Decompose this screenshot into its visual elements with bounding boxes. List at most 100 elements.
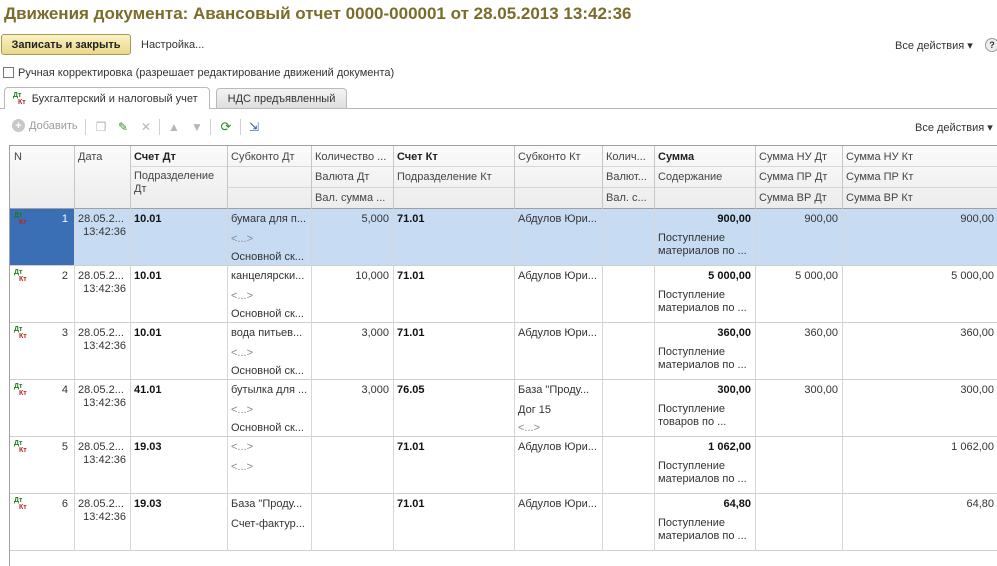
row-time: 13:42:36 <box>83 226 126 238</box>
row-sum: 360,00 <box>717 327 751 339</box>
row-subconto-dt-2: <...> <box>231 347 254 359</box>
help-icon[interactable]: ? <box>985 38 997 52</box>
header-divider <box>130 166 997 167</box>
edit-icon[interactable]: ✎ <box>115 119 131 135</box>
save-and-close-button[interactable]: Записать и закрыть <box>1 34 131 55</box>
row-subconto-dt-3: Основной ск... <box>231 422 304 434</box>
row-content: Поступление материалов по ... <box>658 232 747 257</box>
header-val-sum-kt[interactable]: Вал. с... <box>602 188 654 208</box>
row-quantity-dt: 10,000 <box>355 270 389 282</box>
dt-kt-icon: Дт Кт <box>14 212 27 226</box>
window-title: Движения документа: Авансовый отчет 0000… <box>4 4 632 23</box>
row-sum-nu-kt: 64,80 <box>966 498 994 510</box>
row-subconto-dt-3: Основной ск... <box>231 251 304 263</box>
table-row[interactable]: Дт Кт 4 28.05.2... 13:42:36 41.01 бутылка… <box>10 380 997 437</box>
header-currency-kt[interactable]: Валют... <box>602 167 654 187</box>
settings-link[interactable]: Настройка... <box>141 39 204 51</box>
row-account-dt: 10.01 <box>134 327 162 339</box>
header-date[interactable]: Дата <box>74 147 130 167</box>
table-row[interactable]: Дт Кт 6 28.05.2... 13:42:36 19.03 База "П… <box>10 494 997 551</box>
table-row[interactable]: Дт Кт 1 28.05.2... 13:42:36 10.01 бумага … <box>10 209 997 266</box>
add-button[interactable]: + Добавить <box>12 119 78 132</box>
move-up-icon[interactable]: ▲ <box>166 119 182 135</box>
table-row[interactable]: Дт Кт 2 28.05.2... 13:42:36 10.01 канцеля… <box>10 266 997 323</box>
row-account-dt: 10.01 <box>134 270 162 282</box>
row-time: 13:42:36 <box>83 340 126 352</box>
row-sum-nu-kt: 900,00 <box>960 213 994 225</box>
row-sum-nu-kt: 300,00 <box>960 384 994 396</box>
move-down-icon[interactable]: ▼ <box>189 119 205 135</box>
header-sum-pr-kt[interactable]: Сумма ПР Кт <box>842 167 997 187</box>
column-divider <box>311 209 312 551</box>
header-sum-vr-dt[interactable]: Сумма ВР Дт <box>755 188 842 208</box>
row-account-kt: 76.05 <box>397 384 425 396</box>
header-account-kt[interactable]: Счет Кт <box>393 147 514 167</box>
table-all-actions-menu[interactable]: Все действия ▾ <box>915 121 993 134</box>
postings-table[interactable]: N Дата Счет Дт Субконто Дт Количество ..… <box>9 145 997 566</box>
row-account-kt: 71.01 <box>397 213 425 225</box>
header-content[interactable]: Содержание <box>654 167 755 187</box>
header-department-kt[interactable]: Подразделение Кт <box>393 167 514 187</box>
row-subconto-dt-2: Счет-фактур... <box>231 518 305 530</box>
row-subconto-dt-3: Основной ск... <box>231 308 304 320</box>
copy-icon[interactable]: ❐ <box>93 119 109 135</box>
header-column-divider <box>74 146 75 209</box>
all-actions-menu[interactable]: Все действия ▾ <box>895 39 973 52</box>
row-account-dt: 19.03 <box>134 441 162 453</box>
header-subconto-dt[interactable]: Субконто Дт <box>227 147 311 167</box>
tab-vat[interactable]: НДС предъявленный <box>216 88 347 108</box>
row-subconto-dt-1: вода питьев... <box>231 327 303 339</box>
column-divider <box>393 209 394 551</box>
column-divider <box>654 209 655 551</box>
row-quantity-dt: 5,000 <box>361 213 389 225</box>
table-header: N Дата Счет Дт Субконто Дт Количество ..… <box>10 146 997 209</box>
table-row[interactable]: Дт Кт 5 28.05.2... 13:42:36 19.03 <...> <… <box>10 437 997 494</box>
header-currency-dt[interactable]: Валюта Дт <box>311 167 393 187</box>
row-sum-nu-dt: 300,00 <box>804 384 838 396</box>
header-sum-nu-dt[interactable]: Сумма НУ Дт <box>755 147 842 167</box>
header-column-divider <box>602 146 603 209</box>
dt-kt-icon: Дт Кт <box>13 91 26 106</box>
refresh-icon[interactable]: ⟳ <box>218 119 234 135</box>
header-department-dt[interactable]: Подразделение Дт <box>130 167 227 196</box>
header-sum-nu-kt[interactable]: Сумма НУ Кт <box>842 147 997 167</box>
row-time: 13:42:36 <box>83 397 126 409</box>
row-subconto-dt-1: канцелярски... <box>231 270 305 282</box>
export-icon[interactable]: ⇲ <box>246 119 262 135</box>
row-date: 28.05.2... <box>78 213 124 225</box>
row-subconto-kt-1: Абдулов Юри... <box>518 327 597 339</box>
row-number: 6 <box>61 498 68 510</box>
row-quantity-dt: 3,000 <box>361 327 389 339</box>
manual-correction-checkbox[interactable] <box>3 67 14 78</box>
row-date: 28.05.2... <box>78 270 124 282</box>
delete-icon[interactable]: ✕ <box>138 119 154 135</box>
row-account-kt: 71.01 <box>397 270 425 282</box>
header-subconto-kt[interactable]: Субконто Кт <box>514 147 602 167</box>
tab-accounting[interactable]: Дт Кт Бухгалтерский и налоговый учет <box>4 87 210 109</box>
row-sum: 300,00 <box>717 384 751 396</box>
row-quantity-dt: 3,000 <box>361 384 389 396</box>
header-quantity-kt[interactable]: Колич... <box>602 147 654 167</box>
toolbar-separator <box>85 119 86 135</box>
row-subconto-kt-3: <...> <box>518 422 541 434</box>
header-sum[interactable]: Сумма <box>654 147 755 167</box>
row-account-kt: 71.01 <box>397 327 425 339</box>
table-row[interactable]: Дт Кт 3 28.05.2... 13:42:36 10.01 вода пи… <box>10 323 997 380</box>
dt-kt-icon: Дт Кт <box>14 326 27 340</box>
header-account-dt[interactable]: Счет Дт <box>130 147 227 167</box>
row-number: 2 <box>61 270 68 282</box>
row-sum-nu-kt: 360,00 <box>960 327 994 339</box>
header-n[interactable]: N <box>10 147 74 167</box>
column-divider <box>514 209 515 551</box>
header-quantity-dt[interactable]: Количество ... <box>311 147 393 167</box>
header-sum-vr-kt[interactable]: Сумма ВР Кт <box>842 188 997 208</box>
row-date: 28.05.2... <box>78 441 124 453</box>
column-divider <box>602 209 603 551</box>
row-date: 28.05.2... <box>78 327 124 339</box>
row-subconto-kt-1: Абдулов Юри... <box>518 213 597 225</box>
row-subconto-kt-1: Абдулов Юри... <box>518 270 597 282</box>
header-sum-pr-dt[interactable]: Сумма ПР Дт <box>755 167 842 187</box>
header-val-sum-dt[interactable]: Вал. сумма ... <box>311 188 393 208</box>
row-account-kt: 71.01 <box>397 498 425 510</box>
add-label: Добавить <box>29 119 78 132</box>
